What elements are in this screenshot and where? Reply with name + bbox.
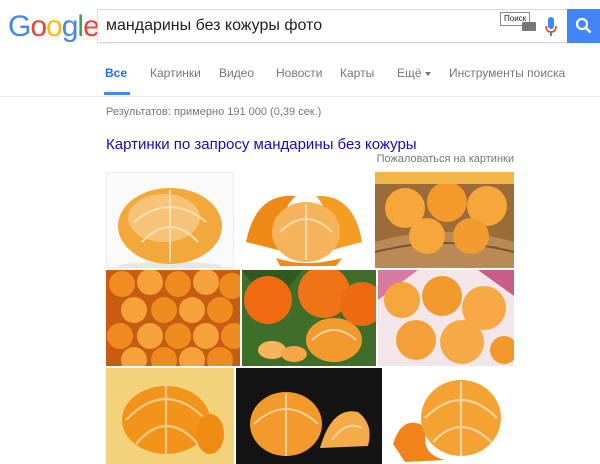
image-thumbnail[interactable] <box>236 368 382 464</box>
tab-more-label: Ещё <box>397 66 422 80</box>
keyboard-icon[interactable] <box>522 22 536 31</box>
search-button[interactable] <box>567 9 600 43</box>
image-thumbnail[interactable] <box>106 270 240 366</box>
image-thumbnail[interactable] <box>385 368 514 464</box>
image-thumbnail[interactable] <box>106 172 234 268</box>
image-thumbnail[interactable] <box>236 172 372 268</box>
tab-all[interactable]: Все <box>105 66 127 80</box>
top-bar: Google Поиск <box>0 0 600 50</box>
logo-letter: o <box>30 10 47 43</box>
tab-video[interactable]: Видео <box>219 66 254 80</box>
logo-letter: o <box>46 10 63 43</box>
search-input[interactable] <box>106 10 486 42</box>
tab-news[interactable]: Новости <box>276 66 322 80</box>
search-icon <box>575 17 592 34</box>
images-heading-link[interactable]: Картинки по запросу мандарины без кожуры <box>106 136 417 153</box>
tab-maps[interactable]: Карты <box>340 66 374 80</box>
image-thumbnail[interactable] <box>106 368 234 464</box>
image-thumbnail[interactable] <box>378 270 514 366</box>
search-tabs: Все Картинки Видео Новости Карты Ещё Инс… <box>0 60 600 97</box>
google-logo[interactable]: Google <box>8 10 100 44</box>
logo-letter: g <box>61 10 79 43</box>
result-stats: Результатов: примерно 191 000 (0,39 сек.… <box>106 106 322 118</box>
tab-search-tools[interactable]: Инструменты поиска <box>449 66 565 80</box>
image-thumbnail[interactable] <box>375 172 514 268</box>
microphone-icon[interactable] <box>544 16 558 38</box>
tab-images[interactable]: Картинки <box>150 66 201 80</box>
active-tab-indicator <box>104 92 130 95</box>
tab-more[interactable]: Ещё <box>397 66 431 80</box>
logo-letter: G <box>8 10 31 43</box>
image-thumbnail[interactable] <box>242 270 376 366</box>
report-images-link[interactable]: Пожаловаться на картинки <box>377 153 514 165</box>
caret-down-icon <box>424 71 431 76</box>
search-box[interactable]: Поиск <box>97 9 568 43</box>
